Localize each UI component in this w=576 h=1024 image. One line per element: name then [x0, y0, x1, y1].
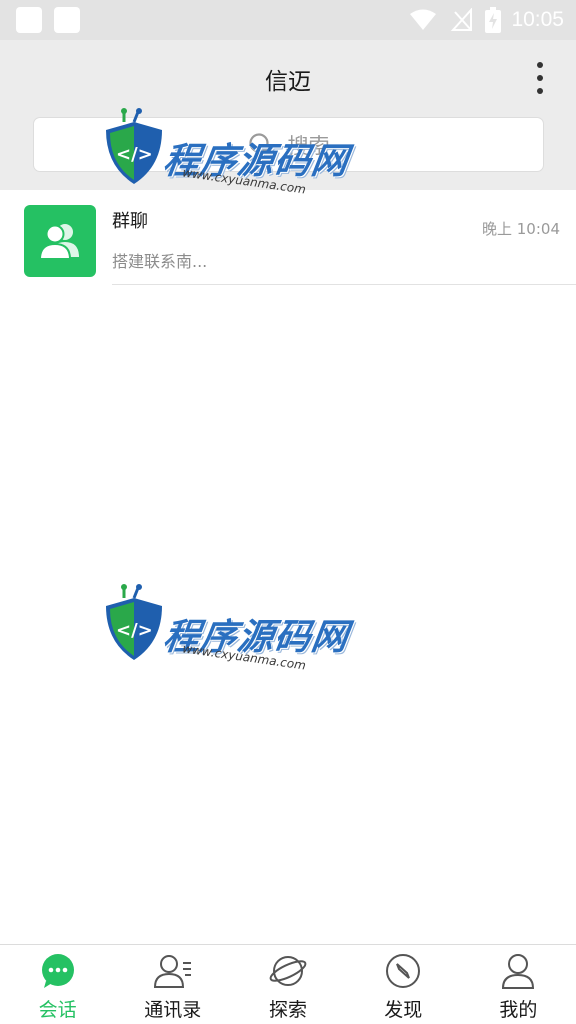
tab-conversations[interactable]: 会话: [0, 945, 115, 1024]
tab-contacts[interactable]: 通讯录: [115, 945, 230, 1024]
status-time: 10:05: [511, 8, 564, 31]
wifi-icon: [410, 9, 437, 30]
group-users-icon: [38, 224, 79, 260]
svg-text:</>: </>: [116, 144, 153, 165]
svg-text:</>: </>: [116, 620, 153, 641]
tab-label: 会话: [38, 999, 77, 1021]
group-avatar: [24, 205, 96, 277]
tab-profile[interactable]: 我的: [461, 945, 576, 1024]
watermark: </> 程序源码网 www.cxyuanma.com: [102, 108, 352, 218]
more-dot-icon: [537, 75, 543, 81]
chat-bubble-icon: [41, 954, 74, 988]
tab-label: 发现: [384, 999, 423, 1021]
tab-label: 我的: [499, 999, 538, 1021]
more-dot-icon: [537, 62, 543, 68]
tab-discover[interactable]: 发现: [346, 945, 461, 1024]
compass-icon: [386, 954, 421, 988]
contacts-icon: [153, 955, 191, 988]
shield-logo-icon: </>: [106, 108, 162, 184]
divider: [112, 284, 576, 285]
tab-label: 探索: [269, 999, 308, 1021]
planet-icon: [269, 956, 307, 986]
no-signal-icon: [451, 8, 473, 31]
tab-label: 通讯录: [144, 999, 202, 1021]
shield-logo-icon: </>: [106, 584, 162, 660]
tab-explore[interactable]: 探索: [230, 945, 345, 1024]
notification-icon: [16, 7, 42, 33]
conversation-time: 晚上 10:04: [482, 220, 560, 238]
more-dot-icon: [537, 88, 543, 94]
status-bar: 10:05: [0, 0, 576, 40]
bottom-tab-bar: 会话 通讯录 探索 发现 我的: [0, 944, 576, 1024]
notification-icon: [54, 7, 80, 33]
more-options-button[interactable]: [534, 62, 546, 96]
conversation-preview: 搭建联系南...: [112, 252, 208, 271]
battery-charging-icon: [485, 7, 502, 33]
watermark: </> 程序源码网 www.cxyuanma.com: [102, 584, 352, 694]
user-icon: [502, 954, 535, 989]
page-title: 信迈: [265, 69, 311, 95]
